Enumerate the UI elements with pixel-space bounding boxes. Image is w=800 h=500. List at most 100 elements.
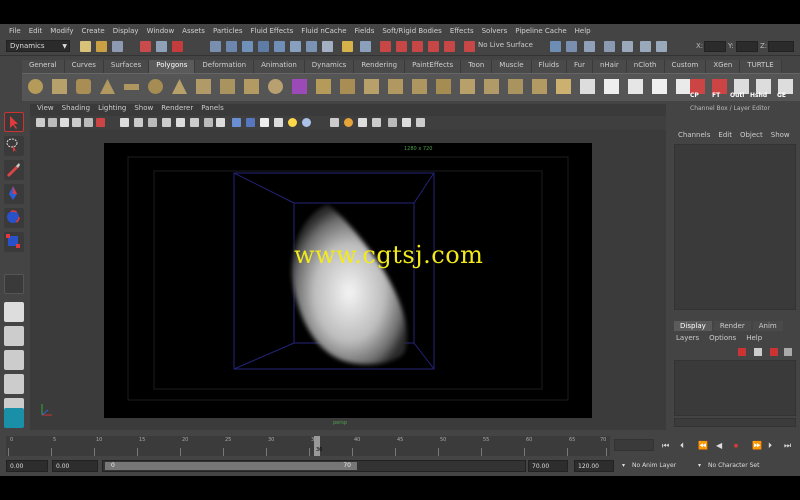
panel-menu-panels[interactable]: Panels	[197, 104, 228, 115]
menu-file[interactable]: File	[5, 27, 25, 35]
use-all-lights-icon[interactable]	[274, 118, 283, 127]
play-backwards-icon[interactable]: ◀	[716, 441, 722, 450]
outliner-layout-icon[interactable]	[4, 408, 24, 428]
menu-fields[interactable]: Fields	[351, 27, 379, 35]
isolate-select-icon[interactable]	[372, 118, 381, 127]
cb-menu-show[interactable]: Show	[767, 131, 794, 139]
shelf-tab-toon[interactable]: Toon	[461, 60, 493, 73]
start-time-field[interactable]: 0.00	[6, 460, 48, 472]
playback-start-field[interactable]: 0.00	[52, 460, 98, 472]
panel-menu-shading[interactable]: Shading	[58, 104, 94, 115]
range-slider-thumb[interactable]: 0 70	[105, 462, 357, 470]
mask-icon-4[interactable]	[258, 41, 269, 52]
shelf-tab-muscle[interactable]: Muscle	[492, 60, 532, 73]
shelf-tab-general[interactable]: General	[22, 60, 65, 73]
layer-move-down-icon[interactable]	[784, 348, 792, 356]
shelf-tab-fluids[interactable]: Fluids	[531, 60, 567, 73]
menu-fluid-ncache[interactable]: Fluid nCache	[297, 27, 350, 35]
move-tool-icon[interactable]	[4, 184, 24, 204]
snap-curve-icon[interactable]	[380, 41, 391, 52]
menu-display[interactable]: Display	[109, 27, 143, 35]
select-tool-icon[interactable]	[4, 112, 24, 132]
bridge-icon[interactable]	[460, 79, 475, 94]
poly-pipe-icon[interactable]	[220, 79, 235, 94]
select-hierarchy-icon[interactable]	[140, 41, 151, 52]
step-forward-key-icon[interactable]: ⏩	[752, 441, 762, 450]
select-component-icon[interactable]	[172, 41, 183, 52]
depth-of-field-icon[interactable]	[358, 118, 367, 127]
z-field[interactable]	[768, 41, 794, 52]
shelf-tab-animation[interactable]: Animation	[254, 60, 305, 73]
step-forward-frame-icon[interactable]: ⏵	[768, 441, 772, 451]
panel-menu-view[interactable]: View	[33, 104, 58, 115]
shelf-tab-ncloth[interactable]: nCloth	[626, 60, 665, 73]
poly-pyramid-icon[interactable]	[196, 79, 211, 94]
mask-icon-7[interactable]	[306, 41, 317, 52]
viewport[interactable]: 1280 x 720 www.cgtsj.com persp	[30, 131, 666, 430]
extract-icon[interactable]	[364, 79, 379, 94]
hypershade-icon[interactable]	[622, 41, 633, 52]
time-slider[interactable]: 0 5 10 15 20 25 30 35 40 45 50 55 60 65 …	[6, 436, 610, 456]
layer-tab-display[interactable]: Display	[674, 321, 712, 331]
safe-action-icon[interactable]	[190, 118, 199, 127]
menu-soft-rigid-bodies[interactable]: Soft/Rigid Bodies	[378, 27, 445, 35]
poly-cube-icon[interactable]	[52, 79, 67, 94]
shelf-tab-custom[interactable]: Custom	[664, 60, 707, 73]
shelf-tab-fur[interactable]: Fur	[566, 60, 593, 73]
tool-settings-icon[interactable]	[656, 41, 667, 52]
new-layer-selected-icon[interactable]	[754, 348, 762, 356]
menu-help[interactable]: Help	[571, 27, 595, 35]
smooth-shade-icon[interactable]	[232, 118, 241, 127]
rotate-tool-icon[interactable]	[4, 208, 24, 228]
film-gate-icon[interactable]	[134, 118, 143, 127]
new-scene-icon[interactable]	[80, 41, 91, 52]
shelf-tab-curves[interactable]: Curves	[64, 60, 104, 73]
textured-icon[interactable]	[260, 118, 269, 127]
poly-soccer-icon[interactable]	[268, 79, 283, 94]
ipr-render-icon[interactable]	[584, 41, 595, 52]
panel-menu-lighting[interactable]: Lighting	[94, 104, 130, 115]
bookmark-icon[interactable]	[60, 118, 69, 127]
open-scene-icon[interactable]	[96, 41, 107, 52]
go-to-end-icon[interactable]: ⏭	[784, 441, 791, 451]
unfold-icon[interactable]	[676, 79, 691, 94]
help-question-icon[interactable]	[322, 41, 333, 52]
grid-icon[interactable]	[120, 118, 129, 127]
cb-menu-edit[interactable]: Edit	[714, 131, 736, 139]
menu-pipeline-cache[interactable]: Pipeline Cache	[511, 27, 570, 35]
render-settings-icon[interactable]	[604, 41, 615, 52]
merge-icon[interactable]	[532, 79, 547, 94]
shadows-icon[interactable]	[288, 118, 297, 127]
persp-outliner-layout-icon[interactable]	[4, 350, 24, 370]
menu-modify[interactable]: Modify	[46, 27, 77, 35]
last-tool-icon[interactable]	[4, 274, 24, 294]
history-icon[interactable]	[444, 41, 455, 52]
mask-icon-3[interactable]	[242, 41, 253, 52]
persp-graph-layout-icon[interactable]	[4, 374, 24, 394]
anim-layer-icon[interactable]: ▾	[622, 460, 625, 472]
current-frame-field[interactable]	[614, 439, 654, 451]
shelf-tab-turtle[interactable]: TURTLE	[740, 60, 782, 73]
append-icon[interactable]	[484, 79, 499, 94]
boolean-icon[interactable]	[388, 79, 403, 94]
auto-map-icon[interactable]	[652, 79, 667, 94]
motion-blur-icon[interactable]	[330, 118, 339, 127]
poly-cylinder-icon[interactable]	[76, 79, 91, 94]
poly-sphere-icon[interactable]	[28, 79, 43, 94]
new-layer-icon[interactable]	[738, 348, 746, 356]
poly-platonic-icon[interactable]	[292, 79, 307, 94]
multisample-icon[interactable]	[344, 118, 353, 127]
gate-mask-icon[interactable]	[162, 118, 171, 127]
select-camera-icon[interactable]	[36, 118, 45, 127]
shelf-tab-dynamics[interactable]: Dynamics	[304, 60, 355, 73]
x-field[interactable]	[704, 41, 726, 52]
snap-view-icon[interactable]	[412, 41, 423, 52]
shelf-tab-deformation[interactable]: Deformation	[195, 60, 255, 73]
panel-menu-renderer[interactable]: Renderer	[157, 104, 197, 115]
separate-icon[interactable]	[340, 79, 355, 94]
menu-assets[interactable]: Assets	[178, 27, 209, 35]
poly-helix-icon[interactable]	[244, 79, 259, 94]
four-view-layout-icon[interactable]	[4, 326, 24, 346]
uv-editor-icon[interactable]	[580, 79, 595, 94]
poly-cone-icon[interactable]	[100, 79, 115, 94]
